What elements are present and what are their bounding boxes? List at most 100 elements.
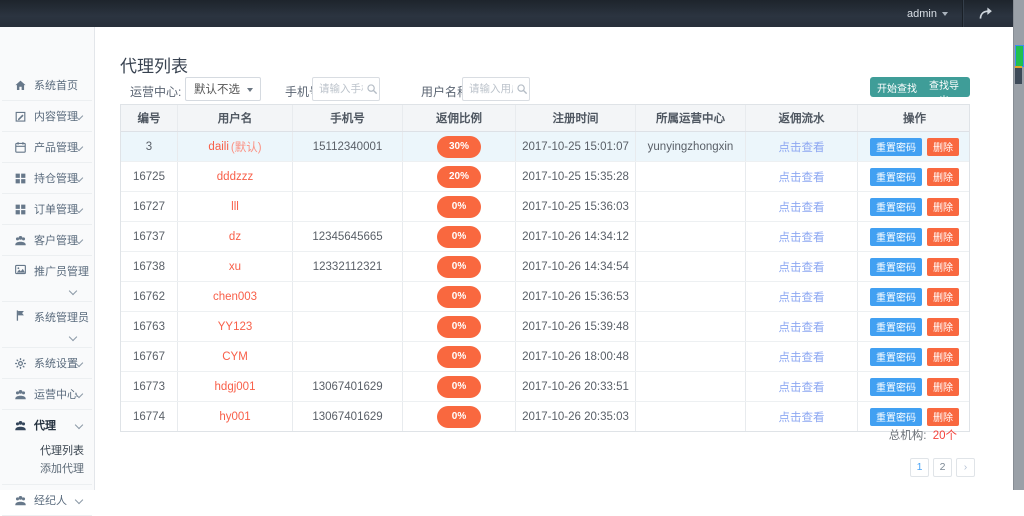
sidebar-item-持仓管理[interactable]: 持仓管理 xyxy=(2,163,92,193)
sidebar: 系统首页内容管理产品管理持仓管理订单管理客户管理推广员管理系统管理员系统设置运营… xyxy=(0,27,95,490)
reset-password-button[interactable]: 重置密码 xyxy=(870,318,922,336)
cell-username: hdgj001 xyxy=(178,372,293,401)
reset-password-button[interactable]: 重置密码 xyxy=(870,348,922,366)
view-flow-link[interactable]: 点击查看 xyxy=(779,139,825,155)
table-row: 16773hdgj001130674016290%2017-10-26 20:3… xyxy=(121,372,969,402)
reset-password-button[interactable]: 重置密码 xyxy=(870,138,922,156)
username-text[interactable]: CYM xyxy=(222,351,248,363)
cell-center: yunyingzhongxin xyxy=(636,132,746,161)
scrollbar-thumb[interactable] xyxy=(1015,45,1024,67)
view-flow-link[interactable]: 点击查看 xyxy=(779,319,825,335)
username-text[interactable]: hy001 xyxy=(219,411,250,423)
table-row: 16738xu123321123210%2017-10-26 14:34:54点… xyxy=(121,252,969,282)
admin-dropdown[interactable]: admin xyxy=(893,0,962,27)
sidebar-subitem-添加代理[interactable]: 添加代理 xyxy=(2,460,92,478)
cell-register-time: 2017-10-25 15:36:03 xyxy=(516,192,636,221)
sidebar-item-系统管理员[interactable]: 系统管理员 xyxy=(2,302,92,347)
header-cell-编号: 编号 xyxy=(121,105,178,131)
delete-button[interactable]: 删除 xyxy=(927,408,959,426)
username-text[interactable]: chen003 xyxy=(213,291,257,303)
view-flow-link[interactable]: 点击查看 xyxy=(779,379,825,395)
delete-button[interactable]: 删除 xyxy=(927,288,959,306)
delete-button[interactable]: 删除 xyxy=(927,198,959,216)
users-icon xyxy=(14,419,27,432)
ratio-badge: 0% xyxy=(437,316,481,338)
delete-button[interactable]: 删除 xyxy=(927,168,959,186)
sidebar-item-内容管理[interactable]: 内容管理 xyxy=(2,101,92,131)
name-input[interactable] xyxy=(462,77,530,101)
sidebar-subitem-代理列表[interactable]: 代理列表 xyxy=(2,442,92,460)
cell-phone xyxy=(293,312,403,341)
delete-button[interactable]: 删除 xyxy=(927,348,959,366)
reset-password-button[interactable]: 重置密码 xyxy=(870,258,922,276)
users-icon xyxy=(14,234,27,247)
delete-button[interactable]: 删除 xyxy=(927,228,959,246)
reset-password-button[interactable]: 重置密码 xyxy=(870,288,922,306)
cell-flow: 点击查看 xyxy=(746,372,858,401)
grid-icon xyxy=(14,203,27,216)
header-cell-操作: 操作 xyxy=(858,105,971,131)
sidebar-item-代理[interactable]: 代理 xyxy=(2,410,92,440)
delete-button[interactable]: 删除 xyxy=(927,318,959,336)
reset-password-button[interactable]: 重置密码 xyxy=(870,228,922,246)
delete-button[interactable]: 删除 xyxy=(927,258,959,276)
reset-password-button[interactable]: 重置密码 xyxy=(870,378,922,396)
phone-input[interactable] xyxy=(312,77,380,101)
select-caret-icon xyxy=(247,88,253,92)
username-text[interactable]: dz xyxy=(229,231,241,243)
cell-id: 16725 xyxy=(121,162,178,191)
cell-ratio: 0% xyxy=(403,222,516,251)
cell-ratio: 0% xyxy=(403,372,516,401)
sidebar-item-系统设置[interactable]: 系统设置 xyxy=(2,348,92,378)
sidebar-item-运营中心[interactable]: 运营中心 xyxy=(2,379,92,409)
page-button-2[interactable]: 2 xyxy=(933,458,952,477)
view-flow-link[interactable]: 点击查看 xyxy=(779,169,825,185)
users-icon xyxy=(14,494,27,507)
center-select-value: 默认不选 xyxy=(194,84,240,96)
cell-actions: 重置密码删除 xyxy=(858,132,971,161)
search-button[interactable]: 开始查找 xyxy=(870,77,924,97)
page-button-1[interactable]: 1 xyxy=(910,458,929,477)
view-flow-link[interactable]: 点击查看 xyxy=(779,289,825,305)
logout-arrow-button[interactable] xyxy=(964,0,1006,27)
page-title: 代理列表 xyxy=(120,52,188,77)
ratio-badge: 0% xyxy=(437,226,481,248)
reset-password-button[interactable]: 重置密码 xyxy=(870,168,922,186)
username-text[interactable]: dddzzz xyxy=(217,171,253,183)
footer-total: 总机构: 20个 xyxy=(889,427,957,443)
delete-button[interactable]: 删除 xyxy=(927,378,959,396)
sidebar-item-label: 系统管理员 xyxy=(34,309,89,325)
view-flow-link[interactable]: 点击查看 xyxy=(779,349,825,365)
cell-center xyxy=(636,342,746,371)
sidebar-item-产品管理[interactable]: 产品管理 xyxy=(2,132,92,162)
delete-button[interactable]: 删除 xyxy=(927,138,959,156)
center-select[interactable]: 默认不选 xyxy=(185,77,261,101)
view-flow-link[interactable]: 点击查看 xyxy=(779,259,825,275)
chevron-down-icon xyxy=(75,421,83,429)
reset-password-button[interactable]: 重置密码 xyxy=(870,198,922,216)
username-text[interactable]: xu xyxy=(229,261,241,273)
sidebar-item-系统首页[interactable]: 系统首页 xyxy=(2,70,92,100)
export-button[interactable]: 查找导出 xyxy=(918,77,970,97)
username-text[interactable]: lll xyxy=(231,201,239,213)
cell-username: chen003 xyxy=(178,282,293,311)
view-flow-link[interactable]: 点击查看 xyxy=(779,409,825,425)
sidebar-item-客户管理[interactable]: 客户管理 xyxy=(2,225,92,255)
sidebar-submenu: 代理列表添加代理 xyxy=(2,440,92,484)
view-flow-link[interactable]: 点击查看 xyxy=(779,229,825,245)
next-page-button[interactable]: › xyxy=(956,458,975,477)
sidebar-item-订单管理[interactable]: 订单管理 xyxy=(2,194,92,224)
cell-username: daili(默认) xyxy=(178,132,293,161)
username-text[interactable]: YY123 xyxy=(218,321,253,333)
cell-center xyxy=(636,402,746,431)
username-text[interactable]: daili xyxy=(208,141,228,153)
sidebar-item-推广员管理[interactable]: 推广员管理 xyxy=(2,256,92,301)
cell-register-time: 2017-10-26 15:36:53 xyxy=(516,282,636,311)
table-row: 16763YY1230%2017-10-26 15:39:48点击查看重置密码删… xyxy=(121,312,969,342)
reset-password-button[interactable]: 重置密码 xyxy=(870,408,922,426)
username-text[interactable]: hdgj001 xyxy=(215,381,256,393)
view-flow-link[interactable]: 点击查看 xyxy=(779,199,825,215)
scrollbar[interactable] xyxy=(1013,0,1024,490)
ratio-badge: 0% xyxy=(437,406,481,428)
cell-flow: 点击查看 xyxy=(746,282,858,311)
